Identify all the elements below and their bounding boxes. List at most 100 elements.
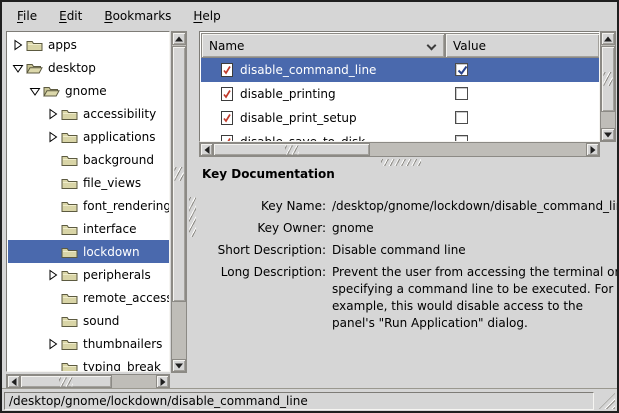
list-vertical-scrollbar[interactable] <box>600 31 616 142</box>
scroll-left-icon[interactable] <box>7 375 20 388</box>
expander-icon[interactable] <box>47 108 61 120</box>
list-row-disable-print-setup[interactable]: disable_print_setup <box>201 106 600 130</box>
tree-item-label: font_rendering <box>83 199 170 213</box>
expander-icon <box>47 315 61 327</box>
folder-icon <box>61 291 78 305</box>
tree-item-label: file_views <box>83 176 141 190</box>
key-list-rows: disable_command_line disable_printing di… <box>201 58 600 142</box>
scroll-down-icon[interactable] <box>172 359 186 372</box>
expander-icon[interactable] <box>47 338 61 350</box>
tree-item-label: remote_access <box>83 291 170 305</box>
list-hscroll-thumb[interactable] <box>213 143 370 156</box>
folder-icon <box>61 130 78 144</box>
tree-item-label: interface <box>83 222 137 236</box>
doc-field-value: /desktop/gnome/lockdown/disable_command_… <box>332 198 619 215</box>
expander-icon[interactable] <box>12 39 26 51</box>
doc-field-label: Long Description: <box>202 264 326 332</box>
value-checkbox[interactable] <box>455 111 468 124</box>
folder-icon <box>61 222 78 236</box>
config-tree-rows: apps desktop gnome accessibility app <box>8 33 170 372</box>
folder-icon <box>26 38 43 52</box>
expander-icon <box>47 246 61 258</box>
key-list-header: Name Value <box>201 33 600 58</box>
menu-file[interactable]: File <box>6 5 48 27</box>
expander-icon[interactable] <box>47 131 61 143</box>
tree-vertical-scrollbar[interactable] <box>171 31 187 373</box>
scroll-left-icon[interactable] <box>200 143 213 156</box>
folder-icon <box>61 245 78 259</box>
doc-field-label: Key Name: <box>202 198 326 215</box>
tree-item-remote-access[interactable]: remote_access <box>8 286 170 309</box>
expander-icon <box>47 200 61 212</box>
bool-key-icon <box>220 87 234 101</box>
tree-item-applications[interactable]: applications <box>8 125 170 148</box>
doc-field-value: Prevent the user from accessing the term… <box>332 264 619 332</box>
expander-icon[interactable] <box>29 85 43 97</box>
menubar: File Edit Bookmarks Help <box>2 2 617 29</box>
list-row-disable-printing[interactable]: disable_printing <box>201 82 600 106</box>
vertical-pane-splitter[interactable] <box>188 31 198 388</box>
sort-indicator-icon <box>427 41 437 51</box>
tree-item-apps[interactable]: apps <box>8 33 170 56</box>
folder-icon <box>26 61 43 75</box>
scroll-right-icon[interactable] <box>156 375 169 388</box>
menu-edit[interactable]: Edit <box>48 5 93 27</box>
tree-item-label: desktop <box>48 61 96 75</box>
scroll-up-icon[interactable] <box>601 32 615 45</box>
folder-icon <box>61 176 78 190</box>
tree-item-accessibility[interactable]: accessibility <box>8 102 170 125</box>
tree-item-label: thumbnailers <box>83 337 162 351</box>
tree-hscroll-thumb[interactable] <box>20 375 112 388</box>
horizontal-pane-splitter[interactable] <box>199 158 616 167</box>
menu-bookmarks[interactable]: Bookmarks <box>93 5 182 27</box>
value-checkbox[interactable] <box>455 63 468 76</box>
tree-item-lockdown[interactable]: lockdown <box>8 240 170 263</box>
list-vscroll-thumb[interactable] <box>601 46 615 112</box>
scroll-down-icon[interactable] <box>601 128 615 141</box>
tree-horizontal-scrollbar[interactable] <box>6 374 170 389</box>
list-row-disable-save-to-disk[interactable]: disable_save_to_disk <box>201 130 600 142</box>
expander-icon[interactable] <box>12 62 26 74</box>
tree-item-label: background <box>83 153 154 167</box>
tree-item-peripherals[interactable]: peripherals <box>8 263 170 286</box>
statusbar: /desktop/gnome/lockdown/disable_command_… <box>2 388 617 411</box>
tree-item-font-rendering[interactable]: font_rendering <box>8 194 170 217</box>
value-checkbox[interactable] <box>455 87 468 100</box>
tree-item-label: lockdown <box>83 245 140 259</box>
folder-icon <box>61 268 78 282</box>
tree-item-label: applications <box>83 130 155 144</box>
doc-field-label: Key Owner: <box>202 220 326 237</box>
value-checkbox[interactable] <box>455 135 468 142</box>
list-row-disable-command-line[interactable]: disable_command_line <box>201 58 600 82</box>
tree-item-background[interactable]: background <box>8 148 170 171</box>
tree-item-interface[interactable]: interface <box>8 217 170 240</box>
scroll-right-icon[interactable] <box>586 143 599 156</box>
tree-item-label: peripherals <box>83 268 151 282</box>
key-name-label: disable_print_setup <box>240 111 357 125</box>
menu-help[interactable]: Help <box>182 5 231 27</box>
doc-field-value: gnome <box>332 220 619 237</box>
expander-icon <box>47 223 61 235</box>
bool-key-icon <box>220 63 234 77</box>
expander-icon[interactable] <box>47 269 61 281</box>
doc-field-label: Short Description: <box>202 242 326 259</box>
tree-item-thumbnailers[interactable]: thumbnailers <box>8 332 170 355</box>
folder-icon <box>61 360 78 373</box>
folder-icon <box>61 337 78 351</box>
tree-item-file-views[interactable]: file_views <box>8 171 170 194</box>
column-header-name[interactable]: Name <box>201 33 445 58</box>
tree-vscroll-thumb[interactable] <box>172 46 186 302</box>
resize-grip-icon[interactable] <box>599 393 615 409</box>
column-header-value[interactable]: Value <box>445 33 600 58</box>
tree-item-desktop[interactable]: desktop <box>8 56 170 79</box>
tree-item-typing-break[interactable]: typing_break <box>8 355 170 372</box>
key-name-label: disable_printing <box>240 87 336 101</box>
list-horizontal-scrollbar[interactable] <box>199 142 600 157</box>
folder-icon <box>43 84 60 98</box>
splitter-grip-icon <box>381 159 421 166</box>
tree-item-gnome[interactable]: gnome <box>8 79 170 102</box>
scroll-up-icon[interactable] <box>172 32 186 45</box>
expander-icon <box>47 292 61 304</box>
doc-field-value: Disable command line <box>332 242 619 259</box>
tree-item-sound[interactable]: sound <box>8 309 170 332</box>
